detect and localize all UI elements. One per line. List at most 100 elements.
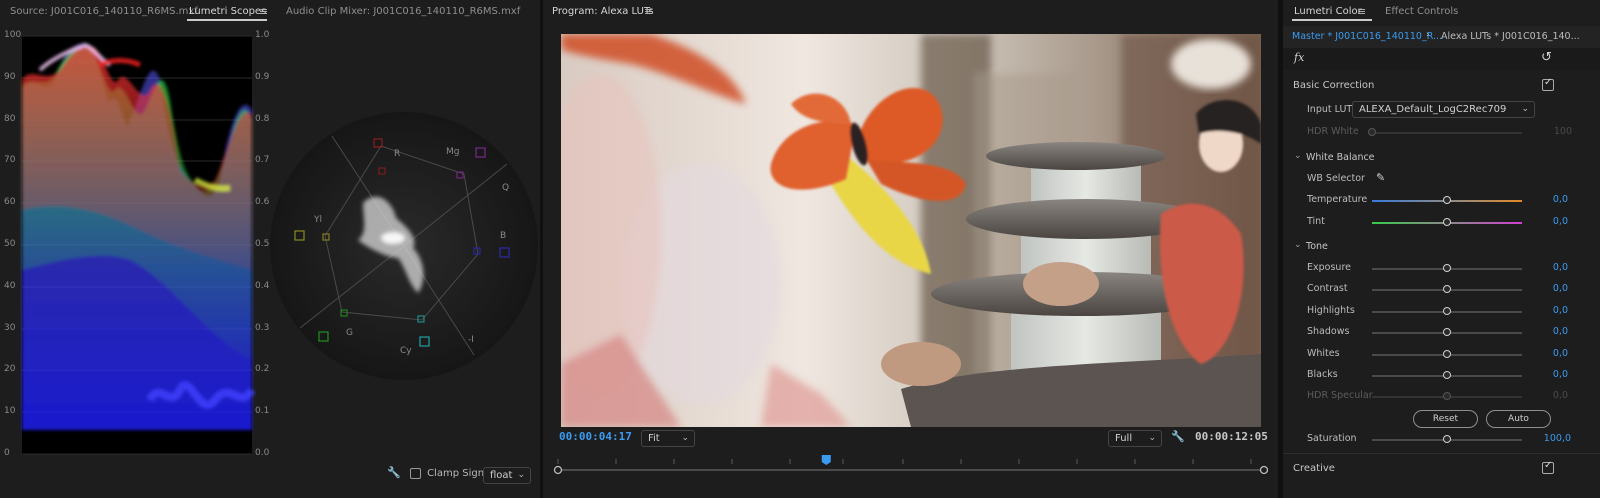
tone-value[interactable]: 0,0 bbox=[1553, 348, 1568, 359]
tone-label: HDR Specular bbox=[1307, 390, 1373, 402]
panel-menu-icon[interactable]: ≡ bbox=[259, 5, 268, 18]
tone-value[interactable]: 0,0 bbox=[1553, 262, 1568, 273]
chevron-down-icon: ⌄ bbox=[1521, 104, 1529, 114]
zoom-level-dropdown[interactable]: Fit ⌄ bbox=[641, 430, 695, 447]
chevron-down-icon[interactable]: ⌄ bbox=[1294, 240, 1302, 250]
vector-label-q: Q bbox=[502, 183, 509, 193]
program-tabbar: Program: Alexa LUTs ≡ bbox=[543, 0, 1278, 24]
duration-timecode: 00:00:12:05 bbox=[1195, 430, 1268, 443]
wb-selector-row: WB Selector ✎ bbox=[1283, 169, 1600, 190]
tint-label: Tint bbox=[1307, 216, 1325, 227]
white-balance-title: White Balance bbox=[1306, 152, 1375, 163]
hdr-white-track bbox=[1372, 132, 1522, 134]
tone-value[interactable]: 0,0 bbox=[1553, 283, 1568, 294]
playhead-marker[interactable] bbox=[821, 455, 831, 465]
tone-label: Contrast bbox=[1307, 283, 1348, 295]
hdr-white-knob bbox=[1368, 128, 1376, 136]
master-clip-tab[interactable]: Master * J001C016_140110_R... bbox=[1292, 31, 1442, 42]
panel-menu-icon[interactable]: ≡ bbox=[1357, 5, 1366, 18]
saturation-value[interactable]: 100,0 bbox=[1544, 433, 1571, 444]
creative-header[interactable]: Creative bbox=[1283, 458, 1600, 480]
tone-slider-knob[interactable] bbox=[1443, 285, 1451, 294]
hdr-white-row: HDR White 100 bbox=[1283, 122, 1600, 143]
out-point-handle[interactable] bbox=[1259, 465, 1269, 475]
chevron-down-icon: ⌄ bbox=[1148, 433, 1156, 443]
saturation-knob[interactable] bbox=[1443, 435, 1451, 443]
wrench-icon[interactable]: 🔧 bbox=[387, 466, 401, 479]
auto-button[interactable]: Auto bbox=[1486, 410, 1551, 428]
tone-label: Shadows bbox=[1307, 326, 1350, 338]
reset-button-label: Reset bbox=[1432, 414, 1459, 424]
tone-header[interactable]: ⌄ Tone bbox=[1283, 237, 1600, 257]
in-point-handle[interactable] bbox=[553, 465, 563, 475]
playback-resolution-dropdown[interactable]: Full ⌄ bbox=[1108, 430, 1162, 447]
panel-menu-icon[interactable]: ≡ bbox=[644, 5, 653, 18]
input-lut-dropdown[interactable]: ALEXA_Default_LogC2Rec709 ⌄ bbox=[1352, 101, 1535, 118]
sequence-clip-tab[interactable]: Alexa LUTs * J001C016_140... bbox=[1441, 31, 1580, 42]
program-video-frame[interactable] bbox=[561, 34, 1261, 427]
basic-correction-enable-checkbox[interactable] bbox=[1542, 77, 1554, 91]
active-tab-indicator bbox=[1292, 19, 1372, 21]
tone-slider-knob[interactable] bbox=[1443, 349, 1451, 358]
tone-value[interactable]: 0,0 bbox=[1553, 305, 1568, 316]
eyedropper-icon[interactable]: ✎ bbox=[1376, 171, 1385, 184]
basic-correction-title: Basic Correction bbox=[1293, 80, 1375, 91]
section-divider bbox=[1283, 453, 1600, 454]
tone-label: Highlights bbox=[1307, 304, 1355, 316]
basic-correction-header[interactable]: Basic Correction bbox=[1283, 75, 1600, 97]
tone-slider-knob[interactable] bbox=[1443, 328, 1451, 337]
program-timeline[interactable] bbox=[553, 455, 1269, 479]
temperature-knob[interactable] bbox=[1443, 196, 1451, 204]
tab-audio-clip-mixer[interactable]: Audio Clip Mixer: J001C016_140110_R6MS.m… bbox=[286, 6, 520, 17]
tone-row-whites: Whites 0,0 bbox=[1283, 344, 1600, 365]
hdr-white-value: 100 bbox=[1553, 126, 1572, 137]
program-title[interactable]: Program: Alexa LUTs bbox=[552, 6, 654, 17]
left-tabbar: Source: J001C016_140110_R6MS.mxf Lumetri… bbox=[0, 0, 540, 24]
input-lut-value: ALEXA_Default_LogC2Rec709 bbox=[1359, 104, 1507, 115]
tab-effect-controls[interactable]: Effect Controls bbox=[1385, 6, 1458, 17]
vector-label-mg: Mg bbox=[446, 147, 459, 157]
temperature-value[interactable]: 0,0 bbox=[1553, 194, 1568, 205]
waveform-graph bbox=[22, 35, 256, 455]
wrench-icon[interactable]: 🔧 bbox=[1171, 430, 1185, 443]
tone-slider-knob[interactable] bbox=[1443, 306, 1451, 315]
reset-button[interactable]: Reset bbox=[1413, 410, 1478, 428]
current-timecode[interactable]: 00:00:04:17 bbox=[559, 430, 632, 443]
tone-label: Whites bbox=[1307, 347, 1340, 359]
tone-slider-knob[interactable] bbox=[1443, 264, 1451, 272]
tone-slider-knob[interactable] bbox=[1443, 371, 1451, 379]
tone-label: Blacks bbox=[1307, 369, 1338, 380]
chevron-down-icon[interactable]: ⌄ bbox=[1294, 151, 1302, 161]
tone-value[interactable]: 0,0 bbox=[1553, 326, 1568, 337]
vectorscope-graph: R Mg Q B Cy -I G Yl bbox=[270, 112, 538, 380]
tab-source[interactable]: Source: J001C016_140110_R6MS.mxf bbox=[10, 6, 198, 17]
white-balance-header[interactable]: ⌄ White Balance bbox=[1283, 148, 1600, 168]
hdr-white-label: HDR White bbox=[1307, 126, 1359, 137]
wb-selector-label: WB Selector bbox=[1307, 173, 1365, 184]
tint-knob[interactable] bbox=[1443, 218, 1451, 226]
reset-effect-icon[interactable]: ↺ bbox=[1541, 50, 1552, 65]
lumetri-scopes-panel: Source: J001C016_140110_R6MS.mxf Lumetri… bbox=[0, 0, 540, 498]
saturation-row: Saturation 100,0 bbox=[1283, 429, 1600, 450]
saturation-label: Saturation bbox=[1307, 433, 1357, 444]
clamp-signal-checkbox[interactable] bbox=[409, 467, 421, 479]
tab-lumetri-scopes[interactable]: Lumetri Scopes bbox=[189, 6, 266, 17]
tone-value[interactable]: 0,0 bbox=[1553, 369, 1568, 380]
tint-row: Tint 0,0 bbox=[1283, 212, 1600, 233]
tone-row-shadows: Shadows 0,0 bbox=[1283, 322, 1600, 343]
tone-row-blacks: Blacks 0,0 bbox=[1283, 365, 1600, 386]
creative-enable-checkbox[interactable] bbox=[1542, 460, 1554, 474]
fx-badge[interactable]: fx bbox=[1294, 51, 1304, 64]
zoom-level-value: Fit bbox=[648, 433, 660, 444]
vector-label-yl: Yl bbox=[313, 215, 322, 225]
vector-label-r: R bbox=[394, 149, 400, 159]
bit-depth-dropdown[interactable]: float ⌄ bbox=[483, 467, 531, 484]
tone-title: Tone bbox=[1306, 241, 1328, 252]
tone-row-exposure: Exposure 0,0 bbox=[1283, 258, 1600, 279]
tint-value[interactable]: 0,0 bbox=[1553, 216, 1568, 227]
vectorscope: R Mg Q B Cy -I G Yl bbox=[268, 108, 540, 384]
tab-lumetri-color[interactable]: Lumetri Color bbox=[1294, 6, 1362, 17]
timeline-ruler bbox=[553, 455, 1269, 475]
lumetri-tabbar: Lumetri Color ≡ Effect Controls bbox=[1283, 0, 1600, 24]
chevron-right-icon[interactable]: › bbox=[1426, 30, 1430, 40]
